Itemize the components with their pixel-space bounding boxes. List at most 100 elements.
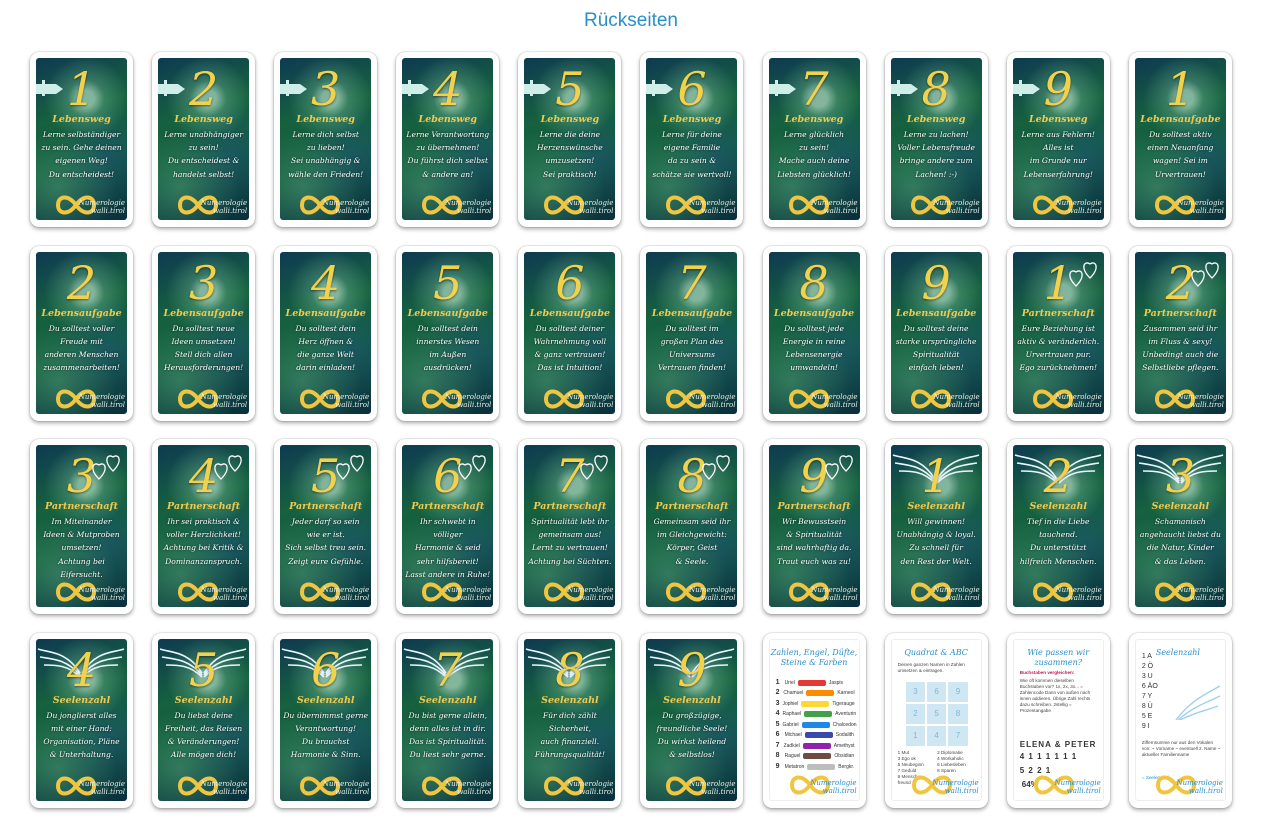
card[interactable]: 2 Seelenzahl Tief in die Liebe tauchend. Du … bbox=[1006, 439, 1110, 614]
card-text: Du bist gerne allein, denn alles ist in d… bbox=[404, 709, 491, 762]
card[interactable]: 8 Lebensweg Lerne zu lachen! Voller Lebensf… bbox=[884, 52, 988, 227]
card[interactable]: 7 Lebensweg Lerne glücklich zu sein! Mache a… bbox=[762, 52, 866, 227]
card-face: Wie passen wir zusammen? Buchstaben vergl… bbox=[1012, 638, 1104, 801]
card[interactable]: 8 Lebensaufgabe Du solltest jede Energie in… bbox=[762, 245, 866, 421]
card[interactable]: 6 Lebensaufgabe Du solltest deiner Wahrnehm… bbox=[518, 245, 622, 421]
card[interactable]: 1 Lebensweg Lerne selbständiger zu sein. Ge… bbox=[30, 52, 133, 227]
card[interactable]: 4 Seelenzahl Du jonglierst alles mit einer … bbox=[30, 632, 133, 808]
card-text-line: sehr hilfsbereit! bbox=[416, 556, 479, 566]
card-text: Ihr sei praktisch & voller Herzlichkeit! A… bbox=[160, 515, 247, 568]
card-text-line: Universums bbox=[668, 349, 715, 359]
hearts-icon bbox=[92, 455, 120, 480]
color-row: 6 Michael Sodalith bbox=[776, 730, 855, 741]
brand-line-1: Numerologie bbox=[567, 779, 614, 788]
card-seelenzahl[interactable]: Seelenzahl 1 A2 Ö3 U6 ÄO 7 Y8 Ü5 E9 I Ziffe… bbox=[1128, 632, 1232, 808]
card-face: 8 Seelenzahl Für dich zählt Sicherheit, auch… bbox=[524, 638, 616, 801]
card[interactable]: 3 Lebensaufgabe Du solltest neue Ideen umse… bbox=[152, 245, 256, 421]
card-text-line: Du solltest dein bbox=[295, 323, 356, 333]
card-text-line: Führungsqualität! bbox=[534, 750, 605, 760]
card[interactable]: 5 Partnerschaft Jeder darf so sein wie er i… bbox=[274, 439, 378, 614]
card-category: Lebensaufgabe bbox=[41, 307, 122, 319]
square-cell: 1 bbox=[905, 725, 925, 746]
card-text-line: Tief in die Liebe bbox=[1027, 517, 1090, 526]
brand-line-2: walli.tirol bbox=[91, 594, 125, 602]
card[interactable]: 1 Lebensaufgabe Du solltest aktiv einen Neu… bbox=[1128, 52, 1232, 227]
row-number: 2 bbox=[775, 689, 780, 696]
color-row: 2 Chamuel Karneol bbox=[776, 688, 855, 699]
brand-label: Numerologie walli.tirol bbox=[689, 586, 735, 602]
card[interactable]: 7 Lebensaufgabe Du solltest im großen Plan … bbox=[640, 245, 744, 421]
card-text-line: einen Neuanfang bbox=[1147, 143, 1214, 153]
brand-line-2: walli.tirol bbox=[579, 400, 614, 409]
card[interactable]: 2 Lebensweg Lerne unabhängiger zu sein! Du e… bbox=[152, 52, 256, 227]
brand-line-1: Numerologie bbox=[689, 199, 736, 207]
card[interactable]: 3 Partnerschaft Im Miteinander Ideen & Mutp… bbox=[30, 439, 133, 614]
card-category: Lebensweg bbox=[906, 114, 966, 125]
card[interactable]: 3 Seelenzahl Schamanisch angehaucht liebst … bbox=[1128, 439, 1232, 614]
card-text-line: eigene Familie bbox=[663, 143, 721, 153]
card[interactable]: 5 Lebensaufgabe Du solltest dein innerstes … bbox=[396, 245, 500, 421]
card-text-line: Alles ist bbox=[1042, 143, 1074, 153]
card-text-line: zu sein! bbox=[799, 143, 830, 153]
card-text-line: Mache auch deine bbox=[778, 156, 850, 166]
brand-line-1: Numerologie bbox=[811, 392, 858, 401]
card[interactable]: 5 Seelenzahl Du liebst deine Freiheit, das … bbox=[152, 632, 256, 808]
vowel-item: 1 A bbox=[1141, 652, 1152, 660]
row-stone: Karneol bbox=[837, 690, 855, 696]
brand-label: Numerologie walli.tirol bbox=[933, 393, 979, 409]
brand-label: Numerologie walli.tirol bbox=[933, 586, 979, 602]
color-bar bbox=[801, 721, 830, 728]
card[interactable]: 9 Seelenzahl Du großzügige, freundliche See… bbox=[640, 632, 744, 808]
color-bar bbox=[803, 753, 832, 760]
card[interactable]: 7 Partnerschaft Spiritualität lebt ihr geme… bbox=[518, 439, 622, 614]
brand-line-1: Numerologie bbox=[322, 199, 370, 207]
card[interactable]: 9 Lebensweg Lerne aus Fehlern! Alles ist im … bbox=[1006, 52, 1110, 227]
card[interactable]: 4 Partnerschaft Ihr sei praktisch & voller … bbox=[152, 439, 256, 614]
card-text-line: schätze sie wertvoll! bbox=[652, 169, 732, 179]
card[interactable]: 9 Partnerschaft Wir Bewusstsein & Spiritual… bbox=[762, 439, 866, 614]
card-quadrat[interactable]: Quadrat & ABC Deinen ganzen Namen in Zahl… bbox=[884, 632, 988, 808]
card-number: 4 bbox=[433, 62, 463, 116]
card[interactable]: 7 Seelenzahl Du bist gerne allein, denn all… bbox=[396, 632, 500, 808]
card-category: Lebensweg bbox=[418, 114, 478, 125]
card[interactable]: 4 Lebensweg Lerne Verantwortung zu übernehm… bbox=[396, 52, 500, 227]
card-text: Gemeinsam seid ihr im Gleichgewicht: Körpe… bbox=[648, 515, 735, 568]
card-text: Tief in die Liebe tauchend. Du unterstützt… bbox=[1015, 515, 1102, 568]
card-text-line: anderen Menschen bbox=[44, 349, 119, 359]
square-cell: 5 bbox=[926, 703, 947, 724]
card[interactable]: 6 Seelenzahl Du übernimmst gerne Verantwort… bbox=[274, 632, 378, 808]
card-category: Partnerschaft bbox=[44, 501, 119, 512]
card-text-line: mit einer Hand: bbox=[51, 723, 112, 733]
brand-line-1: Numerologie bbox=[200, 392, 248, 401]
card[interactable]: 4 Lebensaufgabe Du solltest dein Herz öffne… bbox=[274, 245, 378, 421]
card-face: Seelenzahl 1 A2 Ö3 U6 ÄO 7 Y8 Ü5 E9 I Ziffe… bbox=[1134, 638, 1226, 801]
card-text: Lerne unabhängiger zu sein! Du entscheides… bbox=[160, 128, 247, 181]
brand-line-1: Numerologie bbox=[78, 392, 125, 401]
card-passen[interactable]: Wie passen wir zusammen? Buchstaben vergl… bbox=[1006, 632, 1110, 808]
card[interactable]: 6 Lebensweg Lerne für deine eigene Familie d… bbox=[640, 52, 744, 227]
card-text-line: umzusetzen! bbox=[545, 156, 595, 166]
card-zahlen[interactable]: Zahlen, Engel, Düfte, Steine & Farben 1 Ur… bbox=[762, 632, 866, 808]
card[interactable]: 5 Lebensweg Lerne die deine Herzenswünsche u… bbox=[518, 52, 622, 227]
card[interactable]: 9 Lebensaufgabe Du solltest deine starke ur… bbox=[884, 245, 988, 421]
card[interactable]: 2 Partnerschaft Zusammen seid ihr im Fluss … bbox=[1128, 245, 1232, 421]
card[interactable]: 1 Seelenzahl Will gewinnen! Unabhängig & lo… bbox=[884, 439, 988, 614]
card-text-line: da zu sein & bbox=[667, 156, 716, 166]
card-text-line: Selbstliebe pflegen. bbox=[1142, 363, 1219, 373]
hearts-icon bbox=[336, 455, 364, 480]
row-number: 4 bbox=[775, 710, 780, 717]
brand-label: Numerologie walli.tirol bbox=[201, 780, 247, 796]
card-face: 4 Partnerschaft Ihr sei praktisch & voller … bbox=[158, 445, 250, 607]
card[interactable]: 1 Partnerschaft Eure Beziehung ist aktiv & … bbox=[1006, 245, 1110, 421]
brand-line-1: Numerologie bbox=[200, 779, 248, 788]
card-face: 7 Lebensweg Lerne glücklich zu sein! Mache a… bbox=[768, 58, 860, 220]
card[interactable]: 3 Lebensweg Lerne dich selbst zu lieben! Sei… bbox=[274, 52, 378, 227]
card[interactable]: 8 Partnerschaft Gemeinsam seid ihr im Gleic… bbox=[640, 439, 744, 614]
card[interactable]: 6 Partnerschaft Ihr schwebt in völliger Har… bbox=[396, 439, 500, 614]
card-text: Spiritualität lebt ihr gemeinsam aus! Lern… bbox=[526, 515, 613, 568]
card-text-line: Lerne aus Fehlern! bbox=[1021, 130, 1095, 139]
card-text-line: denn alles ist in dir. bbox=[409, 723, 486, 733]
card[interactable]: 2 Lebensaufgabe Du solltest voller Freude m… bbox=[30, 245, 133, 421]
card-text-line: & das Leben. bbox=[1154, 556, 1206, 566]
card[interactable]: 8 Seelenzahl Für dich zählt Sicherheit, auch… bbox=[518, 632, 622, 808]
